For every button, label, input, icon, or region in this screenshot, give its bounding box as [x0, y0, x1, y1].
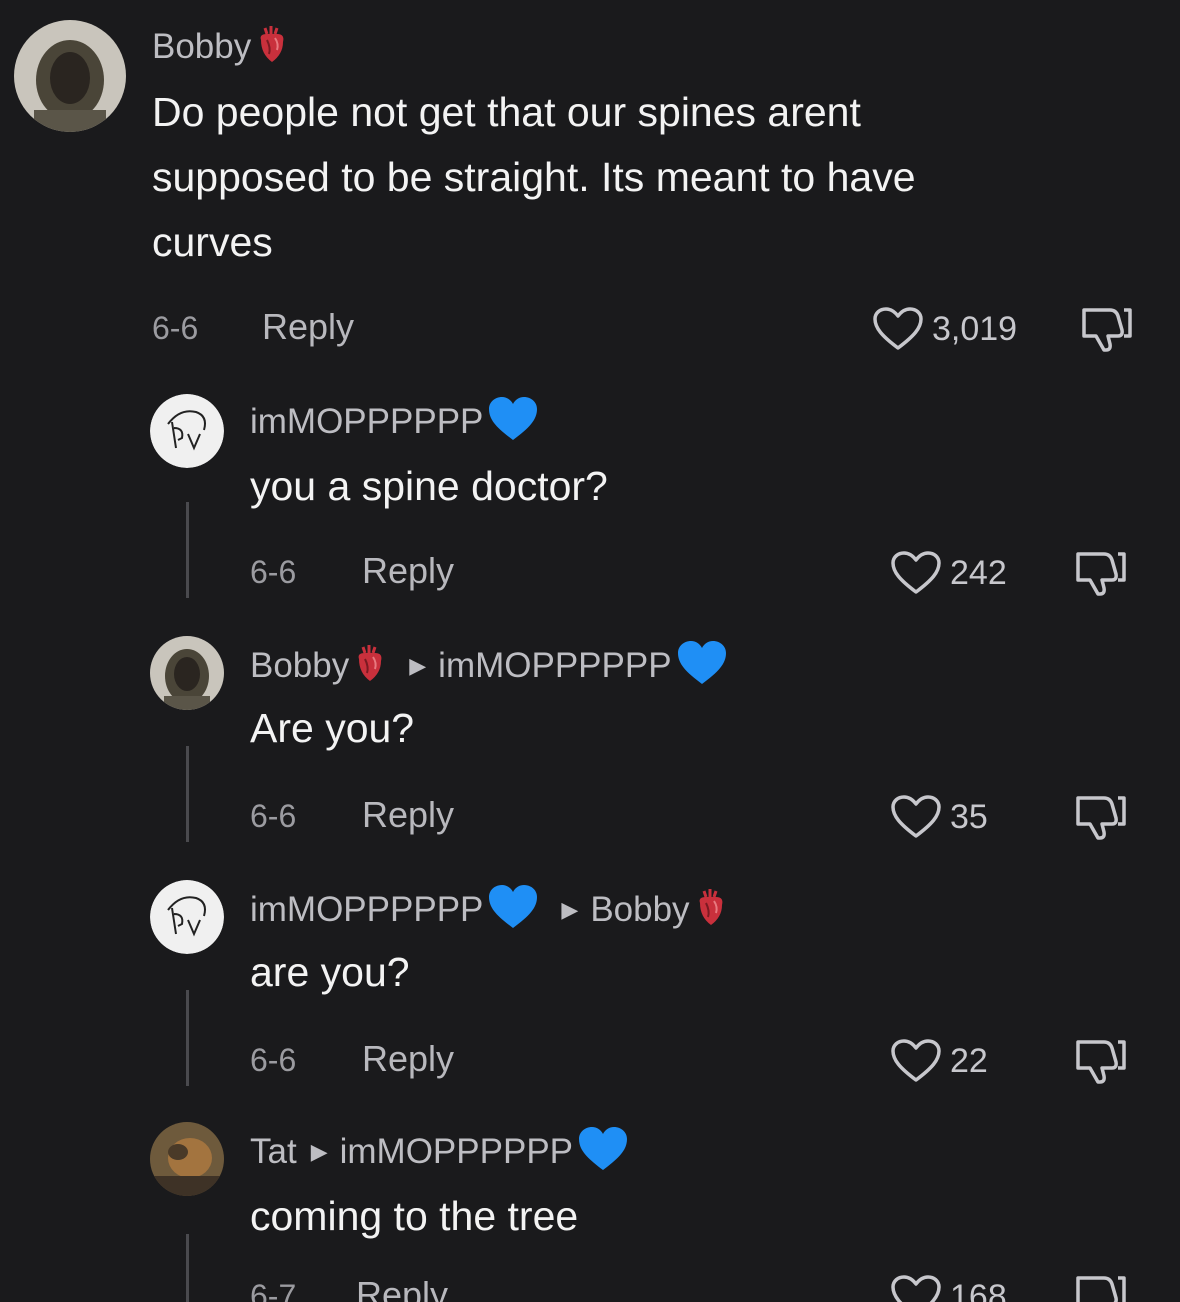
blue-heart-icon: [577, 1126, 629, 1177]
dislike-button[interactable]: [1072, 550, 1128, 601]
thread-line: [186, 990, 189, 1086]
reply-arrow-icon: ▶: [561, 896, 579, 922]
username[interactable]: Bobby: [250, 646, 349, 686]
avatar[interactable]: [150, 394, 224, 468]
author-row: Bobby: [152, 24, 289, 69]
comment-text-line: curves: [152, 219, 273, 265]
blue-heart-icon: [487, 884, 539, 935]
anatomical-heart-icon: [694, 887, 728, 932]
like-count: 168: [950, 1277, 1007, 1302]
thumbs-down-icon: [1076, 552, 1126, 596]
comment-text: Are you?: [250, 705, 415, 751]
reply-button[interactable]: Reply: [362, 1038, 454, 1080]
comment-thread: Bobby Do people not get that our spines …: [0, 0, 1180, 1302]
like-button[interactable]: 3,019: [872, 306, 1017, 352]
username[interactable]: Bobby: [152, 27, 251, 67]
reply-button[interactable]: Reply: [362, 550, 454, 592]
avatar[interactable]: [14, 20, 126, 132]
thumbs-down-icon: [1076, 1040, 1126, 1084]
avatar[interactable]: [150, 1122, 224, 1196]
anatomical-heart-icon: [353, 643, 387, 688]
anatomical-heart-icon: [255, 24, 289, 69]
reply-arrow-icon: ▶: [409, 652, 427, 678]
comment-date: 6-6: [250, 798, 297, 834]
reply-to-username[interactable]: imMOPPPPPP: [438, 646, 671, 686]
author-row: Bobby ▶ imMOPPPPPP: [250, 640, 728, 691]
username[interactable]: Tat: [250, 1132, 297, 1172]
thread-line: [186, 746, 189, 842]
comment-date: 6-6: [152, 310, 199, 346]
thumbs-down-icon: [1082, 308, 1132, 352]
reply-to-username[interactable]: imMOPPPPPP: [340, 1132, 573, 1172]
like-count: 22: [950, 1041, 988, 1080]
heart-outline-icon: [891, 795, 941, 838]
reply-arrow-icon: ▶: [310, 1138, 328, 1164]
like-count: 3,019: [932, 309, 1018, 348]
reply-button[interactable]: Reply: [362, 794, 454, 836]
blue-heart-icon: [487, 396, 539, 447]
dislike-button[interactable]: [1072, 1038, 1128, 1089]
comment-date: 6-6: [250, 1042, 297, 1078]
comment-text: Do people not get that our spines arent …: [152, 80, 916, 275]
heart-outline-icon: [891, 1275, 941, 1302]
comment-date: 6-7: [250, 1278, 297, 1302]
reply-button[interactable]: Reply: [262, 306, 354, 348]
thread-line: [186, 1234, 189, 1302]
dislike-button[interactable]: [1072, 1274, 1128, 1302]
comment-text: coming to the tree: [250, 1193, 579, 1239]
avatar[interactable]: [150, 880, 224, 954]
reply-to-username[interactable]: Bobby: [590, 890, 689, 930]
heart-outline-icon: [873, 307, 923, 350]
username[interactable]: imMOPPPPPP: [250, 890, 483, 930]
thumbs-down-icon: [1076, 796, 1126, 840]
comment-text-line: supposed to be straight. Its meant to ha…: [152, 154, 916, 200]
like-button[interactable]: 242: [890, 550, 1007, 596]
comment-date: 6-6: [250, 554, 297, 590]
blue-heart-icon: [676, 640, 728, 691]
thread-line: [186, 502, 189, 598]
heart-outline-icon: [891, 1039, 941, 1082]
heart-outline-icon: [891, 551, 941, 594]
dislike-button[interactable]: [1072, 794, 1128, 845]
like-button[interactable]: 168: [890, 1274, 1007, 1302]
like-count: 35: [950, 797, 988, 836]
comment-text-line: Do people not get that our spines arent: [152, 89, 861, 135]
like-count: 242: [950, 553, 1007, 592]
like-button[interactable]: 35: [890, 794, 988, 840]
author-row: imMOPPPPPP: [250, 396, 539, 447]
avatar[interactable]: [150, 636, 224, 710]
author-row: imMOPPPPPP ▶ Bobby: [250, 884, 728, 935]
thumbs-down-icon: [1076, 1276, 1126, 1302]
username[interactable]: imMOPPPPPP: [250, 402, 483, 442]
like-button[interactable]: 22: [890, 1038, 988, 1084]
author-row: Tat ▶ imMOPPPPPP: [250, 1126, 629, 1177]
comment-text: are you?: [250, 949, 410, 995]
dislike-button[interactable]: [1078, 306, 1134, 357]
comment-text: you a spine doctor?: [250, 463, 608, 509]
reply-button[interactable]: Reply: [356, 1274, 448, 1302]
